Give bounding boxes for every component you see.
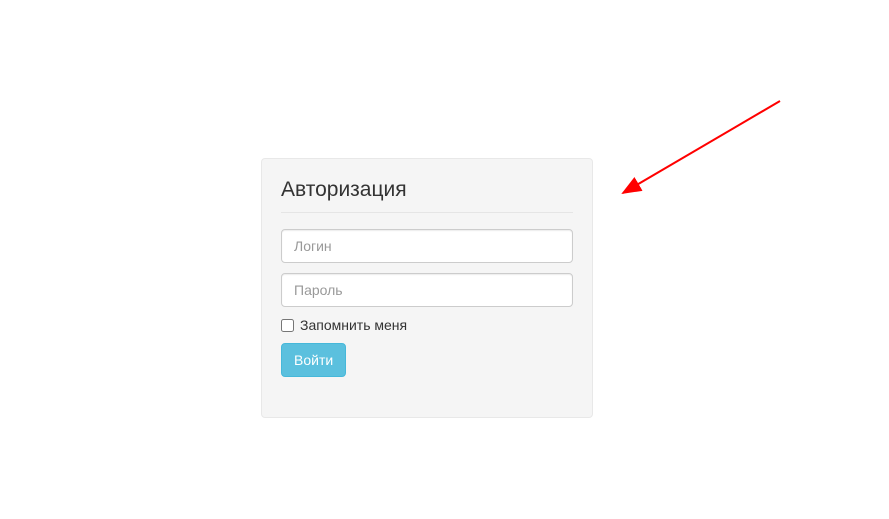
login-panel: Авторизация Запомнить меня Войти xyxy=(261,158,593,418)
remember-label[interactable]: Запомнить меня xyxy=(300,317,407,333)
remember-row: Запомнить меня xyxy=(281,317,573,333)
login-button[interactable]: Войти xyxy=(281,343,346,377)
arrow-annotation-icon xyxy=(615,95,795,205)
panel-title: Авторизация xyxy=(281,178,573,213)
username-input[interactable] xyxy=(281,229,573,263)
password-input[interactable] xyxy=(281,273,573,307)
remember-checkbox[interactable] xyxy=(281,319,294,332)
